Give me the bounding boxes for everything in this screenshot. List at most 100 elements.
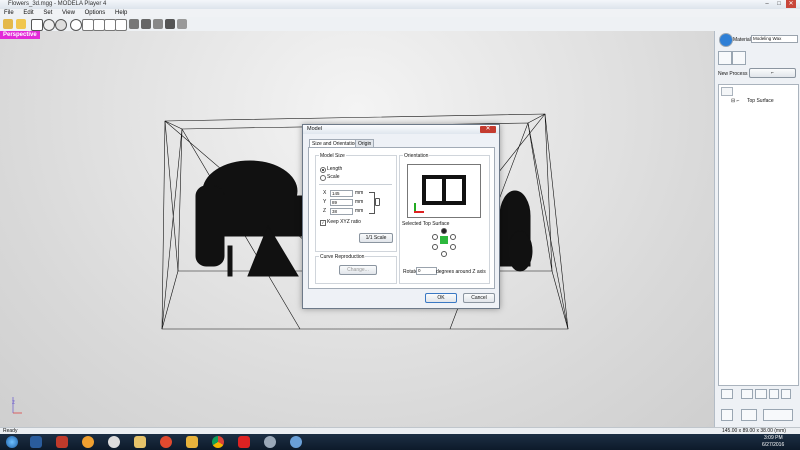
open-folder-icon[interactable] <box>16 19 26 29</box>
view-front-icon[interactable] <box>129 19 139 29</box>
minimize-button[interactable]: – <box>762 0 772 8</box>
close-button[interactable]: ✕ <box>786 0 796 8</box>
list-icon[interactable] <box>721 409 733 421</box>
preview-flower-left <box>426 179 442 201</box>
rotate-left-icon[interactable] <box>43 19 55 31</box>
top-surface-bottom-option[interactable] <box>441 251 447 257</box>
refresh-view-icon[interactable] <box>70 19 82 31</box>
one-to-one-scale-button[interactable]: 1/1 Scale <box>359 233 393 243</box>
dialog-close-button[interactable]: ✕ <box>480 126 496 133</box>
tab-panel: Model Size Length Scale X 145 mm Y 89 mm… <box>308 147 495 289</box>
app-network-icon[interactable] <box>30 436 42 448</box>
view-side-icon[interactable] <box>153 19 163 29</box>
rotate-suffix: degrees around Z axis <box>436 269 486 275</box>
model-dialog: Model ✕ Size and Orientation Origin Mode… <box>302 124 500 309</box>
preview-axis-x <box>414 211 424 213</box>
dialog-title-bar: Model ✕ <box>303 125 499 134</box>
orientation-cube-icon <box>440 236 448 244</box>
top-surface-front-right-option[interactable] <box>450 244 456 250</box>
chart-icon[interactable] <box>732 51 746 65</box>
scale-radio[interactable] <box>320 175 326 181</box>
y-label: Y <box>323 199 327 205</box>
app-red-icon[interactable] <box>56 436 68 448</box>
material-icon <box>719 33 733 47</box>
new-process-button[interactable]: ⌐ <box>749 68 796 78</box>
view-iso-icon[interactable] <box>165 19 175 29</box>
tree-item-top-surface[interactable]: Top Surface <box>747 98 774 104</box>
modela-player-icon[interactable] <box>238 436 250 448</box>
scale-label: Scale <box>327 174 340 180</box>
maximize-button[interactable]: □ <box>774 0 784 8</box>
start-button-icon[interactable] <box>6 436 18 448</box>
app-disc-icon[interactable] <box>108 436 120 448</box>
x-label: X <box>323 190 327 196</box>
cancel-button[interactable]: Cancel <box>463 293 495 303</box>
app-orange-icon[interactable] <box>82 436 94 448</box>
tree-item-icon: ⊟ ⌐ <box>731 98 740 104</box>
orientation-label: Orientation <box>403 153 430 159</box>
rotate-right-icon[interactable] <box>55 19 67 31</box>
change-button[interactable]: Change... <box>339 265 377 275</box>
orientation-preview <box>407 164 481 218</box>
keep-ratio-label: Keep XYZ ratio <box>327 219 361 225</box>
process-tree: ⊟ ⌐ Top Surface <box>718 84 799 386</box>
axis-z-label: z <box>12 400 15 406</box>
z-label: Z <box>323 208 327 214</box>
new-process-icon: ⌐ <box>771 70 774 76</box>
new-process-label: New Process <box>718 71 748 77</box>
y-size-input[interactable]: 89 <box>330 199 353 206</box>
clock-date[interactable]: 6/27/2016 <box>762 442 784 448</box>
crosshair-icon[interactable] <box>31 19 43 31</box>
selected-top-surface-label: Selected Top Surface <box>402 221 450 227</box>
view-top-icon[interactable] <box>141 19 151 29</box>
view-iso2-icon[interactable] <box>177 19 187 29</box>
process-t2-icon[interactable] <box>755 389 767 399</box>
x-size-input[interactable]: 145 <box>330 190 353 197</box>
chain-link-icon[interactable] <box>375 198 380 206</box>
top-surface-back-right-option[interactable] <box>450 234 456 240</box>
chrome-icon[interactable] <box>212 436 224 448</box>
keep-ratio-checkbox[interactable]: ✓ <box>320 220 326 226</box>
top-surface-top-option[interactable] <box>441 228 447 234</box>
top-surface-front-left-option[interactable] <box>432 244 438 250</box>
z-size-input[interactable]: 38 <box>330 208 353 215</box>
cut-icon[interactable] <box>763 409 793 421</box>
model-size-label: Model Size <box>319 153 346 159</box>
edit-process-icon[interactable] <box>721 389 733 399</box>
process-panel: Material Modeling Wax New Process ⌐ ⊟ ⌐ … <box>714 31 800 427</box>
tool-icon[interactable] <box>718 51 732 65</box>
y-unit: mm <box>355 199 364 205</box>
process-t-icon[interactable] <box>741 389 753 399</box>
ok-button[interactable]: OK <box>425 293 457 303</box>
menu-options[interactable]: Options <box>85 9 106 17</box>
curve-reproduction-label: Curve Reproduction <box>319 254 366 260</box>
menu-edit[interactable]: Edit <box>23 9 33 17</box>
menu-help[interactable]: Help <box>115 9 127 17</box>
rotate-select[interactable]: 0 <box>416 267 437 275</box>
move-up-icon[interactable] <box>769 389 779 399</box>
material-select[interactable]: Modeling Wax <box>751 35 798 43</box>
taskbar: 3:09 PM 6/27/2016 <box>0 434 800 450</box>
menu-view[interactable]: View <box>62 9 75 17</box>
top-surface-back-left-option[interactable] <box>432 234 438 240</box>
tree-root-icon <box>721 87 733 96</box>
new-file-icon[interactable] <box>3 19 13 29</box>
length-radio[interactable] <box>320 167 326 173</box>
menu-file[interactable]: File <box>4 9 14 17</box>
file-explorer-icon[interactable] <box>134 436 146 448</box>
menu-set[interactable]: Set <box>43 9 52 17</box>
toolbar <box>0 17 800 32</box>
z-unit: mm <box>355 208 364 214</box>
menu-bar: File Edit Set View Options Help <box>0 9 800 17</box>
preview-cut-icon[interactable] <box>741 409 757 421</box>
clock-time[interactable]: 3:09 PM <box>764 435 783 441</box>
app-gear-icon[interactable] <box>264 436 276 448</box>
app-globe-icon[interactable] <box>290 436 302 448</box>
folder-icon[interactable] <box>186 436 198 448</box>
move-down-icon[interactable] <box>781 389 791 399</box>
firefox-icon[interactable] <box>160 436 172 448</box>
size-divider <box>319 184 392 185</box>
zoom-fit-icon[interactable] <box>115 19 127 31</box>
dialog-title: Model <box>307 126 322 132</box>
x-unit: mm <box>355 190 364 196</box>
